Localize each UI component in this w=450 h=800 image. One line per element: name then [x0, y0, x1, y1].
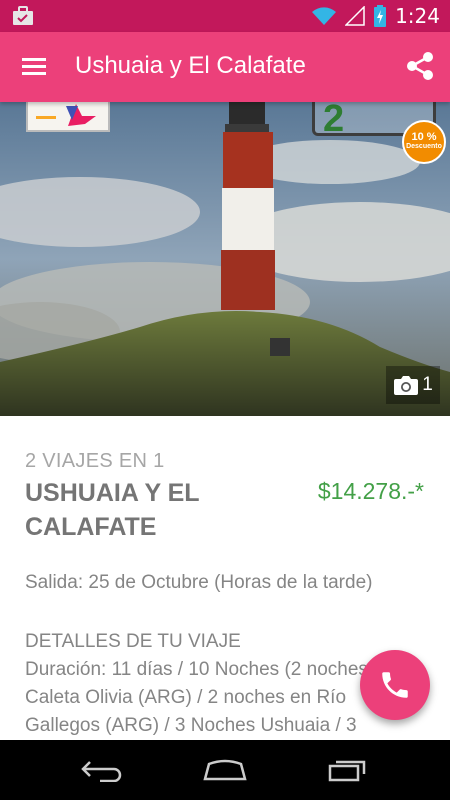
system-nav-bar	[0, 740, 450, 800]
details-line: Duración: 11 días / 10 Noches (2 noches	[25, 659, 368, 680]
hamburger-menu-icon[interactable]	[20, 54, 50, 80]
recent-apps-icon	[329, 760, 366, 782]
share-icon[interactable]	[404, 50, 436, 82]
details-section: DETALLES DE TU VIAJE Duración: 11 días /…	[25, 628, 368, 740]
call-button[interactable]	[360, 650, 430, 720]
brand-logo	[26, 102, 110, 132]
trip-subtitle: 2 VIAJES EN 1	[25, 450, 165, 472]
hero-image[interactable]: 2 10 % Descuento 1	[0, 102, 450, 416]
discount-badge: 10 % Descuento	[402, 120, 446, 164]
discount-percent: 10 %	[411, 131, 437, 143]
departure-info: Salida: 25 de Octubre (Horas de la tarde…	[25, 572, 373, 593]
details-line: Gallegos (ARG) / 3 Noches Ushuaia / 3	[25, 715, 357, 736]
back-icon	[80, 761, 121, 782]
star-logo-icon	[36, 104, 96, 126]
trip-title: USHUAIA Y EL CALAFATE	[25, 479, 200, 541]
trip-price: $14.278.-*	[317, 478, 424, 504]
signal-icon	[345, 6, 365, 26]
status-time: 1:24	[395, 4, 440, 28]
home-button[interactable]	[195, 750, 255, 790]
lighthouse-photo	[0, 102, 450, 416]
details-line: Caleta Olivia (ARG) / 2 noches en Río	[25, 687, 347, 708]
camera-icon	[394, 376, 419, 395]
recent-apps-button[interactable]	[318, 750, 378, 790]
app-bar: Ushuaia y El Calafate	[0, 32, 450, 102]
promo-logo-number: 2	[323, 102, 345, 140]
battery-charging-icon	[374, 5, 387, 27]
page-title: Ushuaia y El Calafate	[75, 52, 306, 79]
home-icon	[203, 759, 247, 781]
phone-icon	[382, 672, 408, 698]
back-button[interactable]	[72, 750, 132, 790]
wifi-icon	[312, 7, 337, 25]
status-bar: 1:24	[0, 0, 450, 32]
photo-count-button[interactable]: 1	[386, 366, 440, 404]
details-heading: DETALLES DE TU VIAJE	[25, 631, 241, 652]
briefcase-check-icon	[13, 6, 33, 25]
photo-count: 1	[422, 374, 433, 395]
discount-label: Descuento	[406, 143, 442, 150]
